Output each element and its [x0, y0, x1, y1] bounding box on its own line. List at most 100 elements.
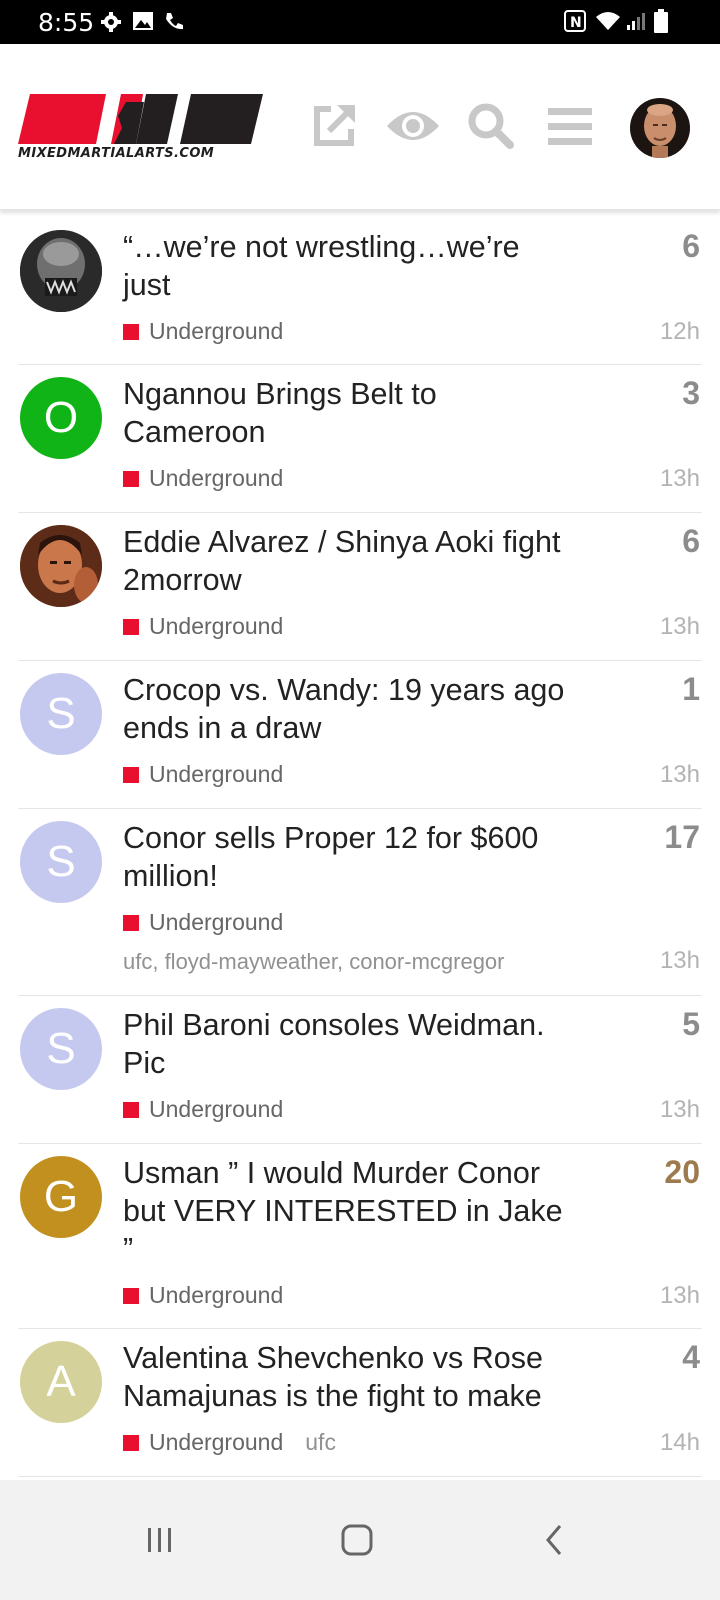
avatar-letter: S	[46, 689, 76, 738]
category-label: Underground	[149, 909, 284, 935]
category-label: Underground	[149, 1429, 284, 1455]
topic-title[interactable]: Crocop vs. Wandy: 19 years ago ends in a…	[123, 671, 568, 747]
reply-count[interactable]: 3	[682, 375, 700, 412]
topic-title[interactable]: Usman ” I would Murder Conor but VERY IN…	[123, 1154, 568, 1268]
home-icon	[341, 1524, 373, 1556]
user-avatar[interactable]	[630, 98, 690, 158]
avatar-letter: S	[46, 837, 76, 886]
category-color-icon	[123, 766, 139, 783]
menu-icon	[548, 108, 592, 145]
category-badge[interactable]: Underground	[123, 1282, 283, 1309]
logo-graphic	[18, 94, 263, 144]
wifi-icon	[594, 10, 622, 37]
avatar-letter: O	[43, 393, 79, 442]
home-button[interactable]	[327, 1510, 387, 1570]
activity-time[interactable]: 12h	[660, 318, 700, 346]
avatar[interactable]: G	[20, 1156, 102, 1238]
site-header: MIXEDMARTIALARTS.COM	[0, 44, 720, 210]
reply-count[interactable]: 5	[682, 1006, 700, 1043]
topic-title[interactable]: Phil Baroni consoles Weidman. Pic	[123, 1006, 568, 1082]
topic-row[interactable]: Eddie Alvarez / Shinya Aoki fight 2morro…	[18, 513, 702, 661]
topic-row[interactable]: G Usman ” I would Murder Conor but VERY …	[18, 1144, 702, 1329]
category-color-icon	[123, 914, 139, 931]
reply-count[interactable]: 4	[682, 1339, 700, 1376]
category-color-icon	[123, 323, 139, 340]
recents-icon	[148, 1528, 171, 1552]
category-badge[interactable]: Underground	[123, 761, 283, 788]
avatar-letter: A	[46, 1357, 76, 1406]
reply-count[interactable]: 6	[682, 228, 700, 265]
svg-text:N: N	[570, 15, 582, 31]
topic-row[interactable]: “…we’re not wrestling…we’re just 6 Under…	[18, 218, 702, 365]
avatar-letter: S	[46, 1024, 76, 1073]
back-icon	[546, 1525, 562, 1555]
topic-row[interactable]: S Conor sells Proper 12 for $600 million…	[18, 809, 702, 996]
avatar[interactable]: S	[20, 673, 102, 755]
category-badge[interactable]: Underground	[123, 465, 283, 492]
image-icon	[132, 11, 154, 36]
category-label: Underground	[149, 761, 284, 787]
topic-title[interactable]: Ngannou Brings Belt to Cameroon	[123, 375, 568, 451]
topic-tags[interactable]: ufc	[305, 1429, 336, 1456]
search-button[interactable]	[463, 98, 519, 154]
avatar[interactable]	[20, 525, 102, 607]
topic-list: “…we’re not wrestling…we’re just 6 Under…	[0, 218, 720, 1477]
category-color-icon	[123, 470, 139, 487]
category-color-icon	[123, 1101, 139, 1118]
battery-icon	[654, 9, 668, 38]
category-badge[interactable]: Underground	[123, 1096, 283, 1123]
category-color-icon	[123, 1287, 139, 1304]
category-badge[interactable]: Underground ufc	[123, 1429, 336, 1456]
recents-button[interactable]	[130, 1510, 190, 1570]
topic-row[interactable]: A Valentina Shevchenko vs Rose Namajunas…	[18, 1329, 702, 1477]
category-color-icon	[123, 1434, 139, 1451]
site-logo[interactable]: MIXEDMARTIALARTS.COM	[18, 94, 263, 164]
status-bar: 8:55 N	[0, 0, 720, 44]
category-badge[interactable]: Underground	[123, 909, 283, 936]
topic-row[interactable]: S Crocop vs. Wandy: 19 years ago ends in…	[18, 661, 702, 809]
wifi-call-icon	[163, 10, 185, 37]
category-label: Underground	[149, 1096, 284, 1122]
topic-title[interactable]: “…we’re not wrestling…we’re just	[123, 228, 568, 304]
logo-text: MIXEDMARTIALARTS.COM	[18, 146, 215, 161]
activity-time[interactable]: 13h	[660, 1096, 700, 1124]
signal-icon	[625, 10, 647, 37]
reply-count[interactable]: 17	[664, 819, 700, 856]
avatar-letter: G	[43, 1172, 79, 1221]
share-button[interactable]	[306, 98, 362, 154]
eye-icon	[387, 112, 439, 140]
activity-time[interactable]: 13h	[660, 947, 700, 975]
category-label: Underground	[149, 465, 284, 491]
topic-row[interactable]: O Ngannou Brings Belt to Cameroon 3 Unde…	[18, 365, 702, 513]
avatar[interactable]	[20, 230, 102, 312]
activity-time[interactable]: 13h	[660, 761, 700, 789]
activity-time[interactable]: 14h	[660, 1429, 700, 1457]
avatar[interactable]: A	[20, 1341, 102, 1423]
avatar[interactable]: S	[20, 1008, 102, 1090]
category-label: Underground	[149, 1282, 284, 1308]
reply-count[interactable]: 20	[664, 1154, 700, 1191]
topic-tags[interactable]: ufc, floyd-mayweather, conor-mcgregor	[123, 949, 505, 975]
category-badge[interactable]: Underground	[123, 613, 283, 640]
topic-title[interactable]: Eddie Alvarez / Shinya Aoki fight 2morro…	[123, 523, 568, 599]
watch-button[interactable]	[385, 98, 441, 154]
avatar[interactable]: O	[20, 377, 102, 459]
reply-count[interactable]: 1	[682, 671, 700, 708]
status-time: 8:55	[38, 8, 95, 37]
menu-button[interactable]	[542, 98, 598, 154]
avatar[interactable]: S	[20, 821, 102, 903]
activity-time[interactable]: 13h	[660, 465, 700, 493]
share-icon	[314, 105, 355, 146]
topic-title[interactable]: Conor sells Proper 12 for $600 million!	[123, 819, 568, 895]
activity-time[interactable]: 13h	[660, 613, 700, 641]
system-nav-bar	[0, 1480, 720, 1600]
settings-icon	[100, 11, 122, 38]
topic-row[interactable]: S Phil Baroni consoles Weidman. Pic 5 Un…	[18, 996, 702, 1144]
search-icon	[468, 103, 514, 149]
activity-time[interactable]: 13h	[660, 1282, 700, 1310]
reply-count[interactable]: 6	[682, 523, 700, 560]
back-button[interactable]	[525, 1510, 585, 1570]
topic-title[interactable]: Valentina Shevchenko vs Rose Namajunas i…	[123, 1339, 568, 1415]
category-label: Underground	[149, 613, 284, 639]
category-badge[interactable]: Underground	[123, 318, 283, 345]
